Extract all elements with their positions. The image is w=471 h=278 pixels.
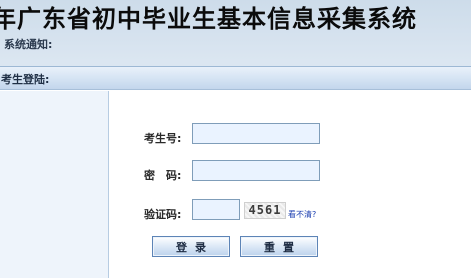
- captcha-label: 验证码:: [144, 208, 182, 221]
- student-id-label: 考生号:: [144, 132, 182, 145]
- captcha-image: 4561: [244, 202, 286, 219]
- student-id-input[interactable]: [192, 123, 320, 144]
- captcha-refresh-link[interactable]: 看不清?: [288, 209, 316, 220]
- system-notice-label: 系统通知:: [4, 38, 53, 51]
- panel-header-title: 考生登陆:: [1, 73, 50, 86]
- reset-button[interactable]: 重置: [240, 236, 318, 257]
- notice-column: [0, 91, 109, 278]
- panel-header: 考生登陆:: [0, 67, 471, 90]
- login-button[interactable]: 登录: [152, 236, 230, 257]
- captcha-input[interactable]: [192, 199, 240, 220]
- system-title: 年广东省初中毕业生基本信息采集系统: [0, 4, 417, 33]
- password-label: 密 码:: [144, 169, 182, 182]
- password-input[interactable]: [192, 160, 320, 181]
